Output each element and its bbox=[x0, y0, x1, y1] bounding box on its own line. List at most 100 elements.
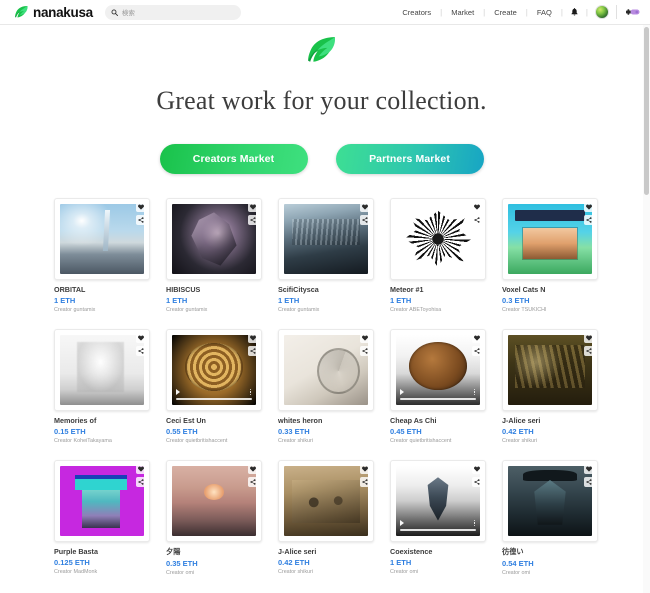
nft-card[interactable]: J-Alice seri 0.42 ETH Creator shikuri bbox=[502, 329, 598, 444]
card-action-group bbox=[584, 202, 594, 225]
more-options-icon[interactable] bbox=[473, 388, 475, 395]
heart-icon[interactable] bbox=[136, 464, 146, 474]
nft-card[interactable]: HIBISCUS 1 ETH Creator guntamix bbox=[166, 198, 262, 313]
heart-icon[interactable] bbox=[360, 202, 370, 212]
share-icon[interactable] bbox=[136, 477, 146, 487]
heart-icon[interactable] bbox=[248, 464, 258, 474]
nft-card[interactable]: ScifiCitysca 1 ETH Creator guntamix bbox=[278, 198, 374, 313]
nft-thumbnail[interactable] bbox=[502, 198, 598, 280]
more-options-icon[interactable] bbox=[249, 388, 251, 395]
artwork-image bbox=[284, 204, 368, 274]
nft-price: 0.42 ETH bbox=[502, 427, 534, 436]
share-icon[interactable] bbox=[584, 477, 594, 487]
nft-card[interactable]: Coexistence 1 ETH Creator omi bbox=[390, 460, 486, 576]
search-input[interactable]: 検索 bbox=[104, 4, 241, 20]
share-icon[interactable] bbox=[360, 215, 370, 225]
creators-market-button[interactable]: Creators Market bbox=[159, 144, 308, 174]
nft-thumbnail[interactable] bbox=[278, 329, 374, 411]
nav-separator: | bbox=[585, 7, 588, 17]
share-icon[interactable] bbox=[584, 346, 594, 356]
nft-card[interactable]: whites heron 0.33 ETH Creator shikuri bbox=[278, 329, 374, 444]
nft-thumbnail[interactable] bbox=[502, 329, 598, 411]
share-icon[interactable] bbox=[472, 477, 482, 487]
card-action-group bbox=[136, 464, 146, 487]
top-header: nanakusa 検索 Creators | Market | Create |… bbox=[0, 0, 650, 25]
nav-link-create[interactable]: Create bbox=[485, 8, 526, 17]
heart-icon[interactable] bbox=[360, 333, 370, 343]
search-placeholder: 検索 bbox=[121, 10, 135, 17]
share-icon[interactable] bbox=[472, 346, 482, 356]
bell-icon[interactable] bbox=[563, 8, 586, 16]
partners-market-button[interactable]: Partners Market bbox=[335, 144, 484, 174]
nft-thumbnail[interactable] bbox=[502, 460, 598, 542]
nft-card[interactable]: 彷徨い 0.54 ETH Creator omi bbox=[502, 460, 598, 576]
heart-icon[interactable] bbox=[360, 464, 370, 474]
play-icon[interactable] bbox=[400, 520, 404, 526]
share-icon[interactable] bbox=[136, 215, 146, 225]
page-scrollbar-thumb[interactable] bbox=[644, 27, 649, 195]
heart-icon[interactable] bbox=[136, 333, 146, 343]
wallet-connect-icon[interactable] bbox=[616, 5, 640, 19]
nav-link-creators[interactable]: Creators bbox=[393, 8, 440, 17]
nav-link-faq[interactable]: FAQ bbox=[528, 8, 561, 17]
heart-icon[interactable] bbox=[136, 202, 146, 212]
nft-thumbnail[interactable] bbox=[390, 460, 486, 542]
nft-card[interactable]: Purple Basta 0.125 ETH Creator MadMonk bbox=[54, 460, 150, 576]
share-icon[interactable] bbox=[472, 215, 482, 225]
share-icon[interactable] bbox=[360, 346, 370, 356]
nft-card[interactable]: Memories of 0.15 ETH Creator KoheiTakaya… bbox=[54, 329, 150, 444]
heart-icon[interactable] bbox=[248, 333, 258, 343]
nft-card[interactable]: Ceci Est Un 0.55 ETH Creator quietbritis… bbox=[166, 329, 262, 444]
nft-card[interactable]: 夕陽 0.35 ETH Creator omi bbox=[166, 460, 262, 576]
share-icon[interactable] bbox=[584, 215, 594, 225]
nft-thumbnail[interactable] bbox=[390, 329, 486, 411]
nft-thumbnail[interactable] bbox=[278, 460, 374, 542]
nft-title: whites heron bbox=[278, 416, 323, 425]
nft-thumbnail[interactable] bbox=[166, 198, 262, 280]
brand-name: nanakusa bbox=[33, 4, 93, 20]
nft-price: 0.55 ETH bbox=[166, 427, 198, 436]
video-progress-bar[interactable] bbox=[400, 398, 476, 400]
nft-creator: Creator shikuri bbox=[278, 569, 314, 575]
nft-thumbnail[interactable] bbox=[390, 198, 486, 280]
share-icon[interactable] bbox=[248, 346, 258, 356]
nft-thumbnail[interactable] bbox=[166, 460, 262, 542]
brand-logo-link[interactable]: nanakusa bbox=[14, 5, 93, 20]
heart-icon[interactable] bbox=[472, 202, 482, 212]
share-icon[interactable] bbox=[248, 477, 258, 487]
nft-thumbnail[interactable] bbox=[54, 329, 150, 411]
nft-creator: Creator omi bbox=[166, 570, 195, 576]
nft-card[interactable]: ORBITAL 1 ETH Creator guntamix bbox=[54, 198, 150, 313]
heart-icon[interactable] bbox=[248, 202, 258, 212]
share-icon[interactable] bbox=[136, 346, 146, 356]
avatar[interactable] bbox=[595, 5, 609, 19]
more-options-icon[interactable] bbox=[473, 519, 475, 526]
nft-thumbnail[interactable] bbox=[166, 329, 262, 411]
nft-creator: Creator shikuri bbox=[278, 438, 314, 444]
share-icon[interactable] bbox=[248, 215, 258, 225]
card-action-group bbox=[472, 333, 482, 356]
main-nav: Creators | Market | Create | FAQ | | bbox=[393, 5, 640, 19]
nft-thumbnail[interactable] bbox=[278, 198, 374, 280]
share-icon[interactable] bbox=[360, 477, 370, 487]
nft-thumbnail[interactable] bbox=[54, 460, 150, 542]
nft-card[interactable]: Meteor #1 1 ETH Creator ABEToyohisa bbox=[390, 198, 486, 313]
nav-link-market[interactable]: Market bbox=[442, 8, 483, 17]
nft-card[interactable]: Voxel Cats N 0.3 ETH Creator TSUKICHI bbox=[502, 198, 598, 313]
nft-price: 1 ETH bbox=[54, 296, 76, 305]
nft-thumbnail[interactable] bbox=[54, 198, 150, 280]
nft-card[interactable]: J-Alice seri 0.42 ETH Creator shikuri bbox=[278, 460, 374, 576]
play-icon[interactable] bbox=[176, 389, 180, 395]
heart-icon[interactable] bbox=[472, 333, 482, 343]
artwork-image bbox=[172, 335, 256, 405]
heart-icon[interactable] bbox=[584, 202, 594, 212]
play-icon[interactable] bbox=[400, 389, 404, 395]
card-action-group bbox=[360, 202, 370, 225]
nft-title: Memories of bbox=[54, 416, 97, 425]
video-progress-bar[interactable] bbox=[176, 398, 252, 400]
nft-card[interactable]: Cheap As Chi 0.45 ETH Creator quietbriti… bbox=[390, 329, 486, 444]
heart-icon[interactable] bbox=[472, 464, 482, 474]
heart-icon[interactable] bbox=[584, 333, 594, 343]
video-progress-bar[interactable] bbox=[400, 529, 476, 531]
heart-icon[interactable] bbox=[584, 464, 594, 474]
